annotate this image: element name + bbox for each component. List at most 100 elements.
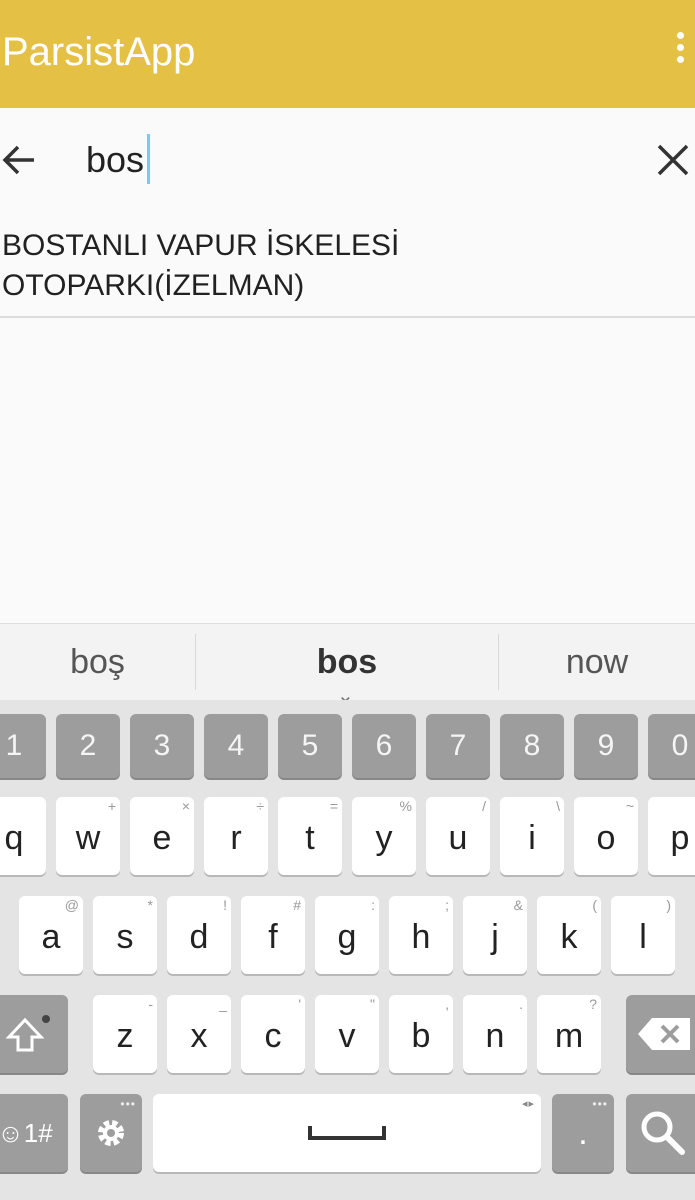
key-alt: & [513,897,523,913]
key-s[interactable]: * s [93,896,157,974]
app-title: ParsistApp [2,30,196,74]
key-alt: ; [445,897,449,913]
key-alt: = [329,798,338,814]
shift-key[interactable] [0,995,68,1073]
settings-icon [98,1120,124,1146]
key-label: t [305,819,315,857]
key-label: g [337,918,357,956]
result-text: BOSTANLI VAPUR İSKELESİ OTOPARKI(İZELMAN… [2,226,522,306]
key-m[interactable]: ? m [537,995,601,1073]
key-y[interactable]: % y [352,797,416,875]
key-v[interactable]: " v [315,995,379,1073]
key-k[interactable]: (k [537,896,601,974]
key-q[interactable]: q [0,797,46,875]
settings-key[interactable]: ••• [80,1094,142,1172]
key-2[interactable]: 2 [56,714,120,778]
key-h[interactable]: ; h [389,896,453,974]
key-0[interactable]: 0 [648,714,695,778]
key-7[interactable]: 7 [426,714,490,778]
key-j[interactable]: & j [463,896,527,974]
key-f[interactable]: # f [241,896,305,974]
key-t[interactable]: = t [278,797,342,875]
key-3[interactable]: 3 [130,714,194,778]
period-key[interactable]: ••• . [552,1094,614,1172]
key-label: j [491,918,499,956]
key-label: o [596,819,616,857]
app-bar: ParsistApp [0,0,695,108]
result-line-2: OTOPARKI(İZELMAN) [2,269,305,302]
key-z[interactable]: -z [93,995,157,1073]
key-5[interactable]: 5 [278,714,342,778]
key-label: e [152,819,172,857]
key-alt: \ [556,798,560,814]
key-1[interactable]: 1 [0,714,46,778]
back-arrow-icon[interactable] [0,140,40,180]
key-label: u [448,819,468,857]
key-alt: - [148,996,153,1012]
key-label: c [264,1017,282,1055]
key-i[interactable]: \ i [500,797,564,875]
key-label: i [528,819,536,857]
key-d[interactable]: ! d [167,896,231,974]
key-alt: / [482,798,486,814]
backspace-icon [638,1018,690,1050]
key-label: d [189,918,209,956]
key-p[interactable]: [p [648,797,695,875]
key-label: m [554,1017,584,1055]
key-alt: ' [298,996,301,1012]
key-label: s [116,918,134,956]
key-alt: @ [64,897,79,913]
key-label: p [670,819,690,857]
key-alt: ? [589,996,597,1012]
key-alt: # [293,897,301,913]
space-key[interactable]: ◂▸ [153,1094,541,1172]
key-u[interactable]: / u [426,797,490,875]
key-alt: . [519,996,523,1012]
shift-icon [5,1017,45,1052]
key-o[interactable]: ~ o [574,797,638,875]
key-9[interactable]: 9 [574,714,638,778]
key-n[interactable]: .n [463,995,527,1073]
suggestion-left[interactable]: boş [0,624,195,701]
key-label: k [560,918,578,956]
backspace-key[interactable] [626,995,695,1073]
key-label: x [190,1017,208,1055]
key-label: y [375,819,393,857]
suggestion-strip: boş bos now ⌄ [0,623,695,706]
key-w[interactable]: + w [56,797,120,875]
result-line-1: BOSTANLI VAPUR İSKELESİ [2,229,400,262]
key-label: a [41,918,61,956]
key-label: n [485,1017,505,1055]
symbols-key[interactable]: ☺1# [0,1094,68,1172]
keyboard: 1 2 3 4 5 6 7 8 9 0 q + w × e ÷ r = t % y / u … [0,700,695,1200]
key-g[interactable]: :g [315,896,379,974]
overflow-menu-icon[interactable] [673,32,687,70]
space-icon [308,1126,386,1140]
key-8[interactable]: 8 [500,714,564,778]
search-key[interactable] [626,1094,695,1172]
key-6[interactable]: 6 [352,714,416,778]
key-e[interactable]: × e [130,797,194,875]
key-4[interactable]: 4 [204,714,268,778]
key-label: w [75,819,101,857]
key-c[interactable]: ' c [241,995,305,1073]
key-label: l [639,918,647,956]
key-b[interactable]: ,b [389,995,453,1073]
search-input[interactable]: bos [86,138,144,182]
key-alt: " [370,996,375,1012]
key-alt: % [399,798,412,814]
close-icon[interactable] [655,140,691,180]
text-cursor [147,134,150,184]
key-alt: _ [219,996,227,1012]
key-label: b [411,1017,431,1055]
key-label: q [4,819,24,857]
key-label: . [578,1114,588,1152]
key-x[interactable]: _ x [167,995,231,1073]
key-r[interactable]: ÷ r [204,797,268,875]
key-alt: ~ [625,798,634,814]
key-a[interactable]: @ a [19,896,83,974]
suggestion-right[interactable]: now [499,624,695,701]
key-alt: : [371,897,375,913]
key-l[interactable]: ) l [611,896,675,974]
list-item[interactable]: BOSTANLI VAPUR İSKELESİ OTOPARKI(İZELMAN… [0,226,695,318]
